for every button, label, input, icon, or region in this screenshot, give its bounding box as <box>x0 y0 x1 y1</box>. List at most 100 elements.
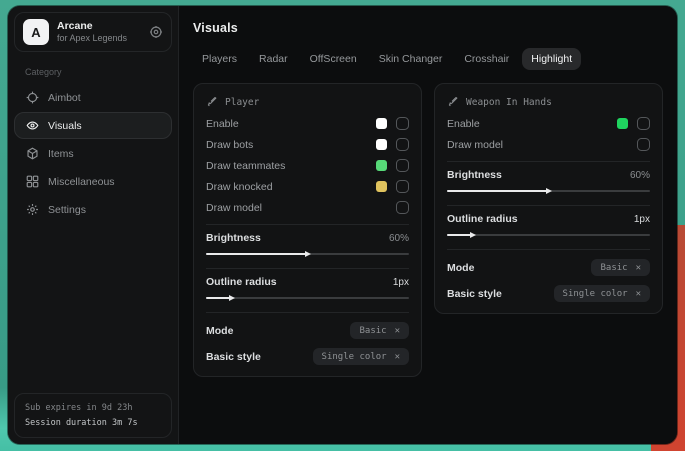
slider-block-brightness: Brightness 60% <box>447 168 650 199</box>
tab-offscreen[interactable]: OffScreen <box>301 48 366 70</box>
slider-label: Brightness <box>206 232 261 244</box>
tab-highlight[interactable]: Highlight <box>522 48 581 70</box>
panel-player: Player Enable Draw bots Draw teammates <box>193 83 422 377</box>
app-subtitle: for Apex Legends <box>57 33 127 44</box>
slider-thumb[interactable] <box>229 295 235 301</box>
checkbox[interactable] <box>396 138 409 151</box>
slider-block-brightness: Brightness 60% <box>206 231 409 262</box>
color-swatch[interactable] <box>376 118 387 129</box>
toggle-row-draw-bots: Draw bots <box>206 134 409 155</box>
select-row-basic-style: Basic style Single color ✕ <box>206 348 409 365</box>
slider-value: 60% <box>630 170 650 181</box>
toggle-label: Draw knocked <box>206 181 376 193</box>
sidebar-item-visuals[interactable]: Visuals <box>14 112 172 139</box>
app-name: Arcane <box>57 20 127 33</box>
tab-bar: Players Radar OffScreen Skin Changer Cro… <box>179 35 677 70</box>
app-window: A Arcane for Apex Legends Category <box>8 6 677 444</box>
sidebar-item-label: Miscellaneous <box>48 176 115 188</box>
sidebar: A Arcane for Apex Legends Category <box>8 6 178 444</box>
toggle-row-enable: Enable <box>447 113 650 134</box>
tab-radar[interactable]: Radar <box>250 48 297 70</box>
brightness-slider[interactable] <box>206 249 409 259</box>
basic-style-chip[interactable]: Single color ✕ <box>554 285 650 302</box>
divider <box>447 161 650 162</box>
sub-expiry: Sub expires in 9d 23h <box>25 401 161 415</box>
checkbox[interactable] <box>396 201 409 214</box>
select-label: Mode <box>447 262 474 274</box>
checkbox[interactable] <box>637 117 650 130</box>
focus-icon[interactable] <box>149 25 163 39</box>
close-icon[interactable]: ✕ <box>636 263 641 273</box>
toggle-row-draw-model: Draw model <box>206 197 409 218</box>
basic-style-chip[interactable]: Single color ✕ <box>313 348 409 365</box>
panel-weapon-in-hands: Weapon In Hands Enable Draw model Bright… <box>434 83 663 314</box>
slider-thumb[interactable] <box>305 251 311 257</box>
color-swatch[interactable] <box>376 160 387 171</box>
slider-value: 1px <box>393 277 409 288</box>
sidebar-item-settings[interactable]: Settings <box>14 196 172 223</box>
eye-icon <box>25 119 39 133</box>
outline-radius-slider[interactable] <box>206 293 409 303</box>
toggle-label: Draw model <box>206 202 396 214</box>
category-label: Category <box>25 67 178 77</box>
color-swatch[interactable] <box>617 118 628 129</box>
sidebar-item-aimbot[interactable]: Aimbot <box>14 84 172 111</box>
checkbox[interactable] <box>396 117 409 130</box>
panel-title: Player <box>225 97 259 108</box>
toggle-row-draw-model: Draw model <box>447 134 650 155</box>
page-title: Visuals <box>179 6 677 35</box>
panel-title: Weapon In Hands <box>466 97 552 108</box>
slider-thumb[interactable] <box>470 232 476 238</box>
toggle-label: Enable <box>447 118 617 130</box>
brightness-slider[interactable] <box>447 186 650 196</box>
select-row-mode: Mode Basic ✕ <box>447 259 650 276</box>
tab-players[interactable]: Players <box>193 48 246 70</box>
toggle-label: Enable <box>206 118 376 130</box>
select-label: Mode <box>206 325 233 337</box>
crosshair-icon <box>25 91 39 105</box>
slider-thumb[interactable] <box>546 188 552 194</box>
slider-label: Outline radius <box>206 276 277 288</box>
close-icon[interactable]: ✕ <box>395 326 400 336</box>
slider-value: 1px <box>634 214 650 225</box>
toggle-label: Draw bots <box>206 139 376 151</box>
sidebar-item-label: Aimbot <box>48 92 81 104</box>
slider-block-outline-radius: Outline radius 1px <box>206 275 409 306</box>
chip-value: Basic <box>600 263 627 273</box>
color-swatch[interactable] <box>376 139 387 150</box>
toggle-row-enable: Enable <box>206 113 409 134</box>
select-row-mode: Mode Basic ✕ <box>206 322 409 339</box>
tab-crosshair[interactable]: Crosshair <box>455 48 518 70</box>
divider <box>447 249 650 250</box>
divider <box>206 268 409 269</box>
mode-chip[interactable]: Basic ✕ <box>591 259 650 276</box>
close-icon[interactable]: ✕ <box>636 289 641 299</box>
color-swatch[interactable] <box>376 181 387 192</box>
app-logo: A <box>23 19 49 45</box>
outline-radius-slider[interactable] <box>447 230 650 240</box>
sidebar-item-miscellaneous[interactable]: Miscellaneous <box>14 168 172 195</box>
checkbox[interactable] <box>396 159 409 172</box>
sidebar-item-items[interactable]: Items <box>14 140 172 167</box>
slider-label: Outline radius <box>447 213 518 225</box>
chip-value: Single color <box>563 289 628 299</box>
divider <box>206 224 409 225</box>
mode-chip[interactable]: Basic ✕ <box>350 322 409 339</box>
select-label: Basic style <box>447 288 502 300</box>
sidebar-item-label: Settings <box>48 204 86 216</box>
checkbox[interactable] <box>637 138 650 151</box>
player-icon <box>206 96 218 108</box>
checkbox[interactable] <box>396 180 409 193</box>
tab-skin-changer[interactable]: Skin Changer <box>370 48 452 70</box>
close-icon[interactable]: ✕ <box>395 352 400 362</box>
divider <box>447 205 650 206</box>
gear-icon <box>25 203 39 217</box>
divider <box>206 312 409 313</box>
sidebar-item-label: Items <box>48 148 74 160</box>
weapon-icon <box>447 96 459 108</box>
toggle-label: Draw teammates <box>206 160 376 172</box>
chip-value: Basic <box>359 326 386 336</box>
main-content: Visuals Players Radar OffScreen Skin Cha… <box>178 6 677 444</box>
slider-block-outline-radius: Outline radius 1px <box>447 212 650 243</box>
sidebar-item-label: Visuals <box>48 120 82 132</box>
